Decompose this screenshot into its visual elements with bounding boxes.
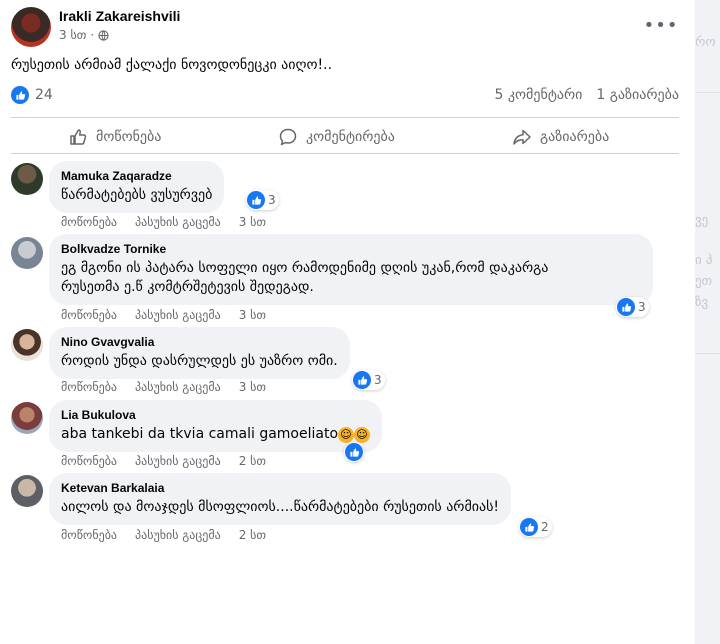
comment-time[interactable]: 3 სთ bbox=[239, 308, 266, 322]
comment-text: ეგ მგონი ის პატარა სოფელი იყო რამოდენიმე… bbox=[61, 260, 549, 295]
like-reaction-icon bbox=[11, 86, 29, 104]
comment-avatar[interactable] bbox=[11, 329, 43, 361]
sidebar-fragment: რო bbox=[695, 35, 716, 50]
like-reaction-icon bbox=[247, 191, 265, 209]
comment-bubble: Mamuka Zaqaradze წარმატებებს ვუსურვებ bbox=[49, 161, 225, 213]
comment-actions: მოწონება პასუხის გაცემა 3 სთ bbox=[61, 380, 266, 394]
like-reaction-icon bbox=[617, 298, 635, 316]
comment-time[interactable]: 2 სთ bbox=[239, 528, 266, 542]
like-button-label: მოწონება bbox=[96, 129, 162, 145]
comments-count-link[interactable]: 5 კომენტარი bbox=[495, 87, 583, 103]
comment-author[interactable]: Nino Gvavgvalia bbox=[61, 335, 338, 349]
laughing-emoji-icon: ☺ bbox=[338, 427, 355, 443]
comment-time[interactable]: 3 სთ bbox=[239, 215, 266, 229]
comment-avatar[interactable] bbox=[11, 402, 43, 434]
thumbs-up-icon bbox=[70, 129, 87, 145]
comment-text: აილოს და მოაჯდეს მსოფლიოს....წარმატებები… bbox=[61, 499, 500, 515]
comment-actions: მოწონება პასუხის გაცემა 3 სთ bbox=[61, 308, 266, 322]
comment-author[interactable]: Bolkvadze Tornike bbox=[61, 242, 641, 256]
comment-actions: მოწონება პასუხის გაცემა 3 სთ bbox=[61, 215, 266, 229]
divider-top bbox=[11, 117, 679, 118]
comment-reply-link[interactable]: პასუხის გაცემა bbox=[135, 308, 221, 322]
sidebar-divider bbox=[695, 353, 720, 354]
comment-like-link[interactable]: მოწონება bbox=[61, 528, 117, 542]
comment-author[interactable]: Mamuka Zaqaradze bbox=[61, 169, 212, 183]
meta-separator: · bbox=[90, 28, 95, 42]
comment-avatar[interactable] bbox=[11, 475, 43, 507]
comment-reply-link[interactable]: პასუხის გაცემა bbox=[135, 380, 221, 394]
like-button[interactable]: მოწონება bbox=[68, 127, 161, 147]
sidebar-fragment: ზვ bbox=[695, 295, 709, 310]
comment-bubble: Bolkvadze Tornike ეგ მგონი ის პატარა სოფ… bbox=[49, 234, 653, 305]
post-text: რუსეთის არმიამ ქალაქი ნოვოდონეცკი აიღო!.… bbox=[11, 57, 333, 73]
comment-like-link[interactable]: მოწონება bbox=[61, 380, 117, 394]
comment-reactions[interactable]: 3 bbox=[352, 370, 385, 390]
post-time[interactable]: 3 სთ bbox=[59, 28, 86, 42]
author-avatar[interactable] bbox=[11, 7, 51, 47]
comment-button[interactable]: კომენტირება bbox=[278, 127, 395, 147]
like-reaction-icon bbox=[520, 518, 538, 536]
post-stats: 5 კომენტარი 1 გაზიარება bbox=[495, 87, 679, 103]
divider-bottom bbox=[11, 153, 679, 154]
comment-time[interactable]: 3 სთ bbox=[239, 380, 266, 394]
comment-actions: მოწონება პასუხის გაცემა 2 სთ bbox=[61, 454, 266, 468]
post-meta: 3 სთ · bbox=[59, 28, 109, 42]
globe-icon bbox=[98, 29, 109, 41]
comment-text: aba tankebi da tkvia camali gamoeliato ☺ ☺ bbox=[61, 425, 371, 444]
like-reaction-icon bbox=[353, 371, 371, 389]
author-name[interactable]: Irakli Zakareishvili bbox=[59, 8, 180, 24]
comment-text: როდის უნდა დასრულდეს ეს უაზრო ომი. bbox=[61, 353, 338, 369]
share-button[interactable]: გაზიარება bbox=[512, 127, 609, 147]
comment-text-body: aba tankebi da tkvia camali gamoeliato bbox=[61, 426, 339, 442]
comment-reaction-count: 3 bbox=[638, 300, 646, 314]
sidebar-divider bbox=[695, 92, 720, 93]
more-horizontal-icon[interactable]: ••• bbox=[644, 14, 678, 36]
reaction-summary[interactable]: 24 bbox=[11, 86, 53, 104]
comment-like-link[interactable]: მოწონება bbox=[61, 308, 117, 322]
comment-reaction-count: 3 bbox=[268, 193, 276, 207]
sidebar-fragment: ი პ bbox=[695, 253, 713, 268]
comment-reactions[interactable]: 3 bbox=[246, 190, 279, 210]
comment-text: წარმატებებს ვუსურვებ bbox=[61, 187, 213, 203]
comment-reaction-count: 3 bbox=[374, 373, 382, 387]
reaction-count: 24 bbox=[35, 87, 53, 103]
post-card: Irakli Zakareishvili 3 სთ · ••• რუსეთის … bbox=[0, 0, 695, 644]
shares-count-link[interactable]: 1 გაზიარება bbox=[596, 87, 679, 103]
like-reaction-icon bbox=[345, 443, 363, 461]
comment-like-link[interactable]: მოწონება bbox=[61, 454, 117, 468]
comment-icon bbox=[279, 128, 297, 146]
comment-bubble: Ketevan Barkalaia აილოს და მოაჯდეს მსოფლ… bbox=[49, 473, 512, 525]
sidebar-fragment: ეთ bbox=[695, 274, 713, 289]
comment-author[interactable]: Ketevan Barkalaia bbox=[61, 481, 499, 495]
comment-reply-link[interactable]: პასუხის გაცემა bbox=[135, 528, 221, 542]
comment-reactions[interactable] bbox=[344, 442, 364, 462]
comment-reaction-count: 2 bbox=[541, 520, 549, 534]
comment-author[interactable]: Lia Bukulova bbox=[61, 408, 370, 422]
comment-actions: მოწონება პასუხის გაცემა 2 სთ bbox=[61, 528, 266, 542]
share-button-label: გაზიარება bbox=[540, 129, 610, 145]
right-sidebar: რო ვე ი პ ეთ ზვ bbox=[695, 0, 720, 644]
comment-reactions[interactable]: 2 bbox=[519, 517, 552, 537]
sidebar-fragment: ვე bbox=[695, 213, 709, 228]
comment-reply-link[interactable]: პასუხის გაცემა bbox=[135, 215, 221, 229]
comment-button-label: კომენტირება bbox=[306, 129, 395, 145]
comment-avatar[interactable] bbox=[11, 237, 43, 269]
share-icon bbox=[513, 129, 531, 145]
comment-bubble: Nino Gvavgvalia როდის უნდა დასრულდეს ეს … bbox=[49, 327, 350, 379]
laughing-emoji-icon: ☺ bbox=[354, 427, 371, 443]
comment-reply-link[interactable]: პასუხის გაცემა bbox=[135, 454, 221, 468]
comment-avatar[interactable] bbox=[11, 163, 43, 195]
comment-reactions[interactable]: 3 bbox=[616, 297, 649, 317]
comment-like-link[interactable]: მოწონება bbox=[61, 215, 117, 229]
comment-bubble: Lia Bukulova aba tankebi da tkvia camali… bbox=[49, 400, 383, 452]
comment-time[interactable]: 2 სთ bbox=[239, 454, 266, 468]
